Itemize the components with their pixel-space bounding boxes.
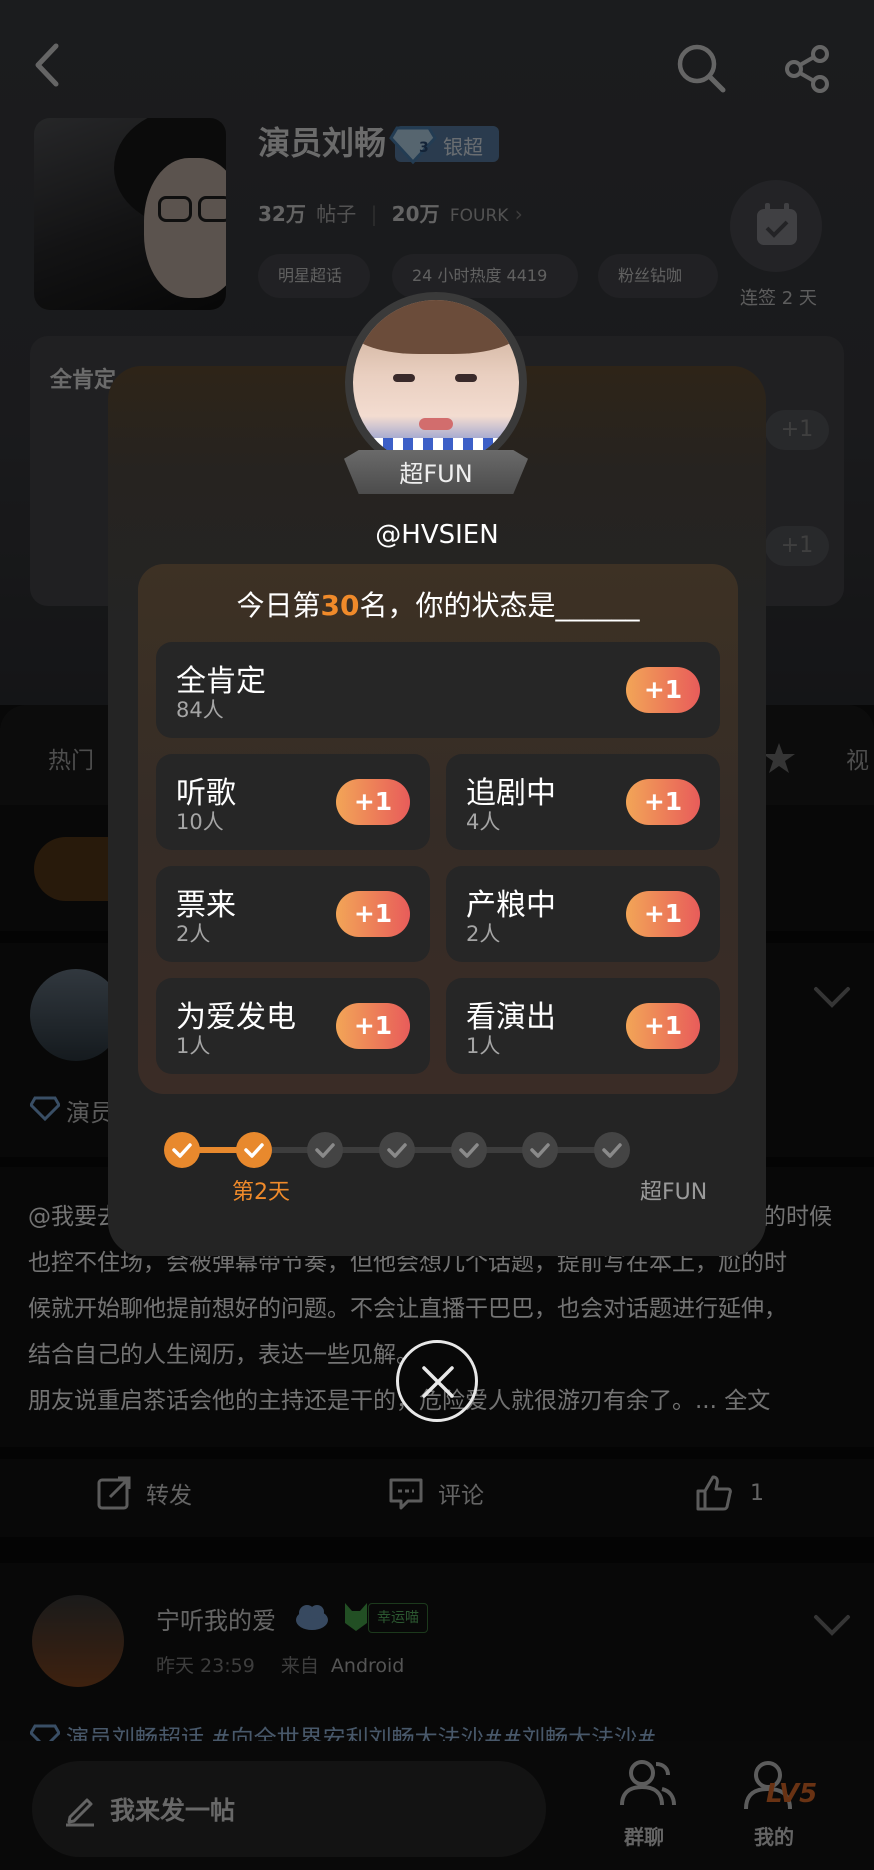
progress-step-7 [594, 1132, 630, 1168]
group-chat-button[interactable]: 群聊 [606, 1755, 690, 1861]
bottom-bar: 我来发一帖 群聊 LV5 我的 [0, 1741, 874, 1870]
calendar-check-icon [757, 203, 797, 245]
back-icon[interactable] [30, 40, 64, 90]
plus-one-button[interactable]: +1 [626, 667, 700, 713]
checkin-label: 连签 2 天 [740, 288, 817, 309]
supertopic-page: 演员刘畅 3 银超 32万 帖子 | 20万 FOURK › 明星超话 24 小… [0, 0, 874, 1870]
chevron-down-icon[interactable] [812, 1613, 852, 1637]
diamond-icon [30, 1095, 60, 1121]
status-option-全肯定[interactable]: 全肯定 84人 +1 [156, 642, 720, 738]
tab-hot[interactable]: 热门 [48, 741, 94, 775]
close-button[interactable] [396, 1340, 478, 1422]
summary-plus-button-2[interactable]: +1 [765, 526, 829, 566]
tag-chip-star[interactable]: 明星超话 [258, 254, 370, 298]
progress-end-label: 超FUN [640, 1180, 708, 1205]
status-option-tickets[interactable]: 票来 2人 +1 [156, 866, 430, 962]
lucky-tag: 幸运喵 [368, 1603, 428, 1633]
diamond-icon [389, 126, 437, 165]
checkin-button[interactable] [730, 180, 822, 272]
user-handle: @HVSIEN [375, 520, 499, 550]
topic-avatar [34, 118, 226, 310]
status-option-show[interactable]: 看演出 1人 +1 [446, 978, 720, 1074]
posts-label: 帖子 [316, 202, 357, 226]
user-avatar [345, 292, 527, 474]
status-option-for-love[interactable]: 为爱发电 1人 +1 [156, 978, 430, 1074]
tab-video[interactable]: 视 [846, 741, 869, 775]
comment-button[interactable]: 评论 [388, 1475, 484, 1511]
plus-one-button[interactable]: +1 [336, 779, 410, 825]
plus-one-button[interactable]: +1 [626, 891, 700, 937]
cat-icon [342, 1601, 370, 1633]
level-badge: LV5 [766, 1779, 818, 1809]
post-topic-link[interactable]: 演员 [66, 1093, 114, 1128]
compose-button[interactable]: 我来发一帖 [32, 1761, 546, 1857]
post2-username[interactable]: 宁听我的爱 [156, 1601, 276, 1636]
status-option-creating[interactable]: 产粮中 2人 +1 [446, 866, 720, 962]
progress-step-3 [307, 1132, 344, 1168]
my-level-button[interactable]: LV5 我的 [728, 1755, 828, 1861]
share-icon[interactable] [783, 44, 833, 94]
topic-name: 演员刘畅 [258, 124, 387, 162]
comment-icon [389, 1478, 423, 1510]
plus-one-button[interactable]: +1 [626, 779, 700, 825]
star-icon[interactable] [762, 741, 796, 775]
progress-step-6 [522, 1132, 559, 1168]
plus-one-button[interactable]: +1 [626, 1003, 700, 1049]
progress-step-5 [450, 1132, 487, 1168]
progress-step-2 [235, 1132, 272, 1168]
plus-one-button[interactable]: +1 [336, 891, 410, 937]
checkin-dialog: 今日第30名，你的状态是______ 全肯定 84人 +1 听歌 10人 +1 … [108, 366, 766, 1256]
pencil-icon [66, 1798, 94, 1827]
group-chat-icon [620, 1760, 676, 1806]
status-option-listening[interactable]: 听歌 10人 +1 [156, 754, 430, 850]
posts-count: 32万 [258, 202, 306, 226]
post2-meta: 昨天 23:59 来自 Android [156, 1655, 405, 1677]
chevron-down-icon[interactable] [812, 985, 852, 1009]
status-panel: 今日第30名，你的状态是______ 全肯定 84人 +1 听歌 10人 +1 … [138, 564, 738, 1094]
fans-label[interactable]: FOURK [450, 206, 509, 226]
cloud-icon [294, 1603, 330, 1631]
frame-ribbon: 超FUN [344, 450, 528, 494]
tag-chip-heat[interactable]: 24 小时热度 4419 [392, 254, 578, 298]
fans-count: 20万 [391, 202, 440, 226]
status-question: 今日第30名，你的状态是______ [236, 589, 640, 622]
post2-avatar[interactable] [32, 1595, 124, 1687]
repost-button[interactable]: 转发 [96, 1475, 192, 1511]
close-icon [422, 1366, 454, 1398]
post-line-3: 候就开始聊他提前想好的问题。不会让直播干巴巴，也会对话题进行延伸， [28, 1296, 787, 1322]
repost-icon [97, 1476, 131, 1510]
topic-level-badge: 3 银超 [389, 126, 499, 165]
plus-one-button[interactable]: +1 [336, 1003, 410, 1049]
checkin-progress [164, 1130, 706, 1170]
progress-step-1 [164, 1132, 200, 1168]
tag-chip-fans[interactable]: 粉丝钻咖 [598, 254, 718, 298]
search-icon[interactable] [675, 42, 727, 94]
like-button[interactable]: 1 [694, 1473, 764, 1513]
thumbs-up-icon [696, 1475, 732, 1511]
topic-stats: 32万 帖子 | 20万 FOURK › [258, 202, 523, 226]
status-option-watching-drama[interactable]: 追剧中 4人 +1 [446, 754, 720, 850]
summary-plus-button-1[interactable]: +1 [765, 410, 829, 450]
progress-current-label: 第2天 [232, 1180, 290, 1205]
rank-number: 30 [320, 589, 360, 622]
progress-step-4 [379, 1132, 415, 1168]
